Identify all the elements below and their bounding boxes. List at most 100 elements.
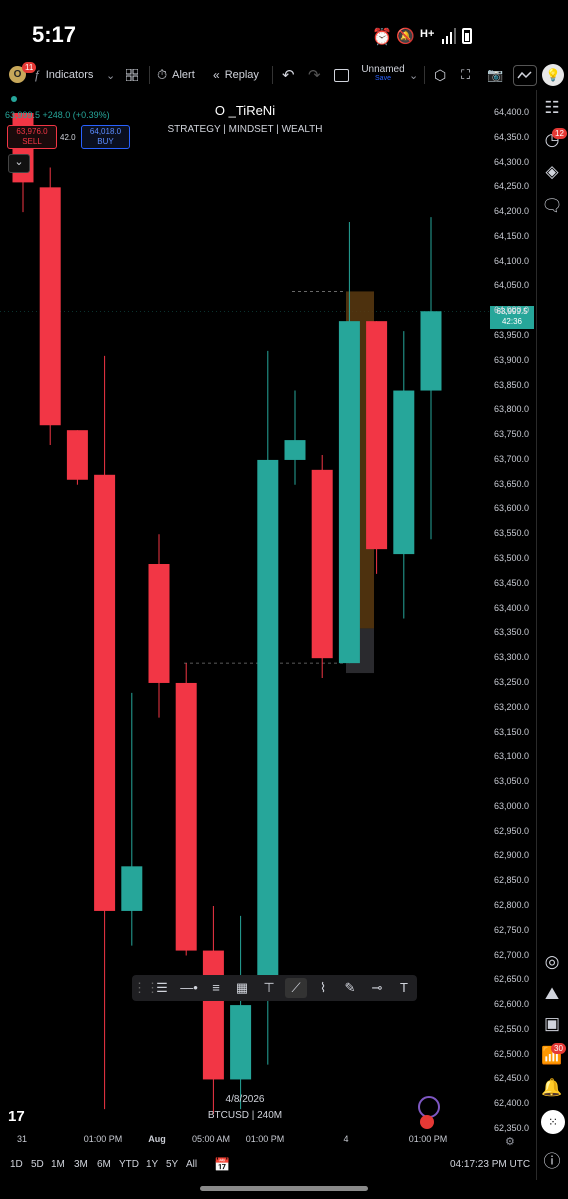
- rewind-icon: «: [213, 68, 220, 82]
- time-axis[interactable]: 31 01:00 PM Aug 05:00 AM 01:00 PM 4 01:00 PM: [0, 1130, 535, 1148]
- time-axis-label: 4: [343, 1134, 349, 1144]
- price-axis-label: 62,950.0: [494, 825, 530, 836]
- status-bar: 5:17 ⏰ 🔕 H+: [0, 0, 568, 60]
- layout-save-label: Save: [375, 75, 391, 82]
- us-flag-icon[interactable]: [420, 1115, 434, 1129]
- price-axis-label: 62,800.0: [494, 899, 530, 910]
- candle-body: [94, 474, 116, 911]
- range-button-3m[interactable]: 3M: [74, 1159, 88, 1170]
- layout-dropdown-icon[interactable]: ⌄: [409, 60, 418, 90]
- grid-icon: [126, 69, 138, 81]
- range-button-all[interactable]: All: [186, 1159, 197, 1170]
- text-anchor-icon[interactable]: ⊤: [258, 978, 280, 998]
- range-button-1m[interactable]: 1M: [51, 1159, 65, 1170]
- path-icon[interactable]: ⌇: [312, 978, 334, 998]
- redo-icon[interactable]: ↷: [308, 60, 321, 90]
- indicators-icon: ƒ: [34, 68, 41, 82]
- sell-button[interactable]: 63,976.0 SELL: [7, 125, 57, 149]
- horizontal-line-icon[interactable]: ⊸: [366, 978, 388, 998]
- time-axis-label: 31: [16, 1134, 28, 1144]
- grid-table-icon[interactable]: ▦: [231, 978, 253, 998]
- watermark-subtitle: STRATEGY | MINDSET | WEALTH: [167, 124, 323, 135]
- lightbulb-icon[interactable]: 💡: [542, 64, 564, 86]
- buy-price: 64,018.0: [89, 127, 122, 136]
- legend-collapse-chevron-icon[interactable]: ⌄: [8, 154, 30, 173]
- indicators-button[interactable]: ƒ Indicators: [34, 60, 93, 90]
- sell-price: 63,976.0: [16, 127, 48, 136]
- brush-icon[interactable]: ✎: [339, 978, 361, 998]
- battery-icon: [462, 28, 472, 44]
- calendar-icon[interactable]: ▣: [540, 1012, 564, 1036]
- range-button-1y[interactable]: 1Y: [146, 1159, 158, 1170]
- layout-icon[interactable]: [334, 60, 349, 90]
- price-axis-label: 64,150.0: [494, 230, 530, 241]
- price-axis-label: 64,200.0: [494, 206, 530, 217]
- camera-icon[interactable]: 📷: [487, 60, 503, 90]
- watchlist-icon[interactable]: ☷: [540, 96, 564, 120]
- price-axis-label: 63,550.0: [494, 528, 530, 539]
- range-button-ytd[interactable]: YTD: [119, 1159, 139, 1170]
- price-axis-label: 63,150.0: [494, 726, 530, 737]
- text-icon[interactable]: T: [393, 978, 415, 998]
- replay-label: Replay: [224, 69, 259, 81]
- layout-name-button[interactable]: Unnamed Save: [358, 64, 408, 82]
- price-axis-label: 62,350.0: [494, 1123, 530, 1133]
- time-axis-label: 01:00 PM: [83, 1134, 123, 1144]
- help-icon[interactable]: ⓘ: [540, 1150, 564, 1174]
- spread-value: 42.0: [60, 133, 76, 142]
- utc-clock[interactable]: 04:17:23 PM UTC: [450, 1159, 530, 1170]
- price-axis-label: 62,550.0: [494, 1023, 530, 1034]
- more-apps-icon[interactable]: ⁙: [541, 1110, 565, 1134]
- fib-retracement-icon[interactable]: ≡: [205, 978, 227, 998]
- chat-icon[interactable]: 🗨: [540, 194, 564, 218]
- profile-avatar[interactable]: O 11: [9, 62, 37, 83]
- horizontal-ray-icon[interactable]: —•: [178, 978, 200, 998]
- signal-bars-icon: [442, 28, 456, 49]
- time-axis-label: 01:00 PM: [408, 1134, 448, 1144]
- horizontal-lines-icon[interactable]: ☰: [151, 978, 173, 998]
- price-axis-label: 63,850.0: [494, 379, 530, 390]
- price-axis-label: 64,400.0: [494, 107, 530, 117]
- price-axis-label: 63,950.0: [494, 330, 530, 341]
- layers-icon[interactable]: ◈: [540, 160, 564, 184]
- indicators-dropdown-icon[interactable]: ⌄: [106, 60, 115, 90]
- settings-icon[interactable]: ⬡: [434, 60, 446, 90]
- undo-icon[interactable]: ↶: [282, 60, 295, 90]
- trend-line-icon[interactable]: ⟋: [285, 978, 307, 998]
- alarm-clock-icon: ⏱: [157, 67, 168, 82]
- price-axis-label: 62,700.0: [494, 949, 530, 960]
- range-button-1d[interactable]: 1D: [10, 1159, 23, 1170]
- alert-button[interactable]: ⏱ Alert: [157, 60, 195, 90]
- range-button-5d[interactable]: 5D: [31, 1159, 44, 1170]
- price-axis-label: 63,650.0: [494, 478, 530, 489]
- price-axis-label: 64,050.0: [494, 280, 530, 291]
- target-icon[interactable]: ◎: [540, 950, 564, 974]
- watermark-title: O _TiReNi: [214, 103, 276, 118]
- mountain-icon[interactable]: ⛰: [540, 982, 564, 1006]
- chart-symbol: BTCUSD | 240M: [207, 1110, 283, 1121]
- drag-handle-icon[interactable]: ⋮⋮: [133, 978, 159, 998]
- axis-settings-icon[interactable]: ⚙: [505, 1135, 515, 1148]
- price-axis-label: 64,250.0: [494, 181, 530, 192]
- price-axis-label: 64,000.0: [494, 305, 530, 316]
- candle-body: [202, 950, 224, 1080]
- range-button-6m[interactable]: 6M: [97, 1159, 111, 1170]
- chart-date: 4/8/2026: [225, 1094, 265, 1105]
- home-indicator[interactable]: [200, 1186, 368, 1191]
- time-axis-label: 01:00 PM: [245, 1134, 285, 1144]
- price-axis-label: 62,900.0: [494, 850, 530, 861]
- bell-icon[interactable]: 🔔: [540, 1076, 564, 1100]
- price-axis-label: 63,900.0: [494, 354, 530, 365]
- chart-type-button[interactable]: [513, 65, 537, 86]
- range-button-5y[interactable]: 5Y: [166, 1159, 178, 1170]
- alerts-badge: 12: [552, 128, 567, 139]
- fullscreen-icon[interactable]: ⛶: [461, 60, 470, 90]
- layout-name: Unnamed: [361, 64, 405, 75]
- indicators-label: Indicators: [45, 69, 94, 81]
- date-range-icon[interactable]: 📅: [214, 1157, 230, 1173]
- templates-button[interactable]: [126, 60, 138, 90]
- replay-button[interactable]: « Replay: [213, 60, 259, 90]
- price-axis-label: 62,500.0: [494, 1048, 530, 1059]
- buy-button[interactable]: 64,018.0 BUY: [81, 125, 130, 149]
- alert-label: Alert: [172, 69, 195, 81]
